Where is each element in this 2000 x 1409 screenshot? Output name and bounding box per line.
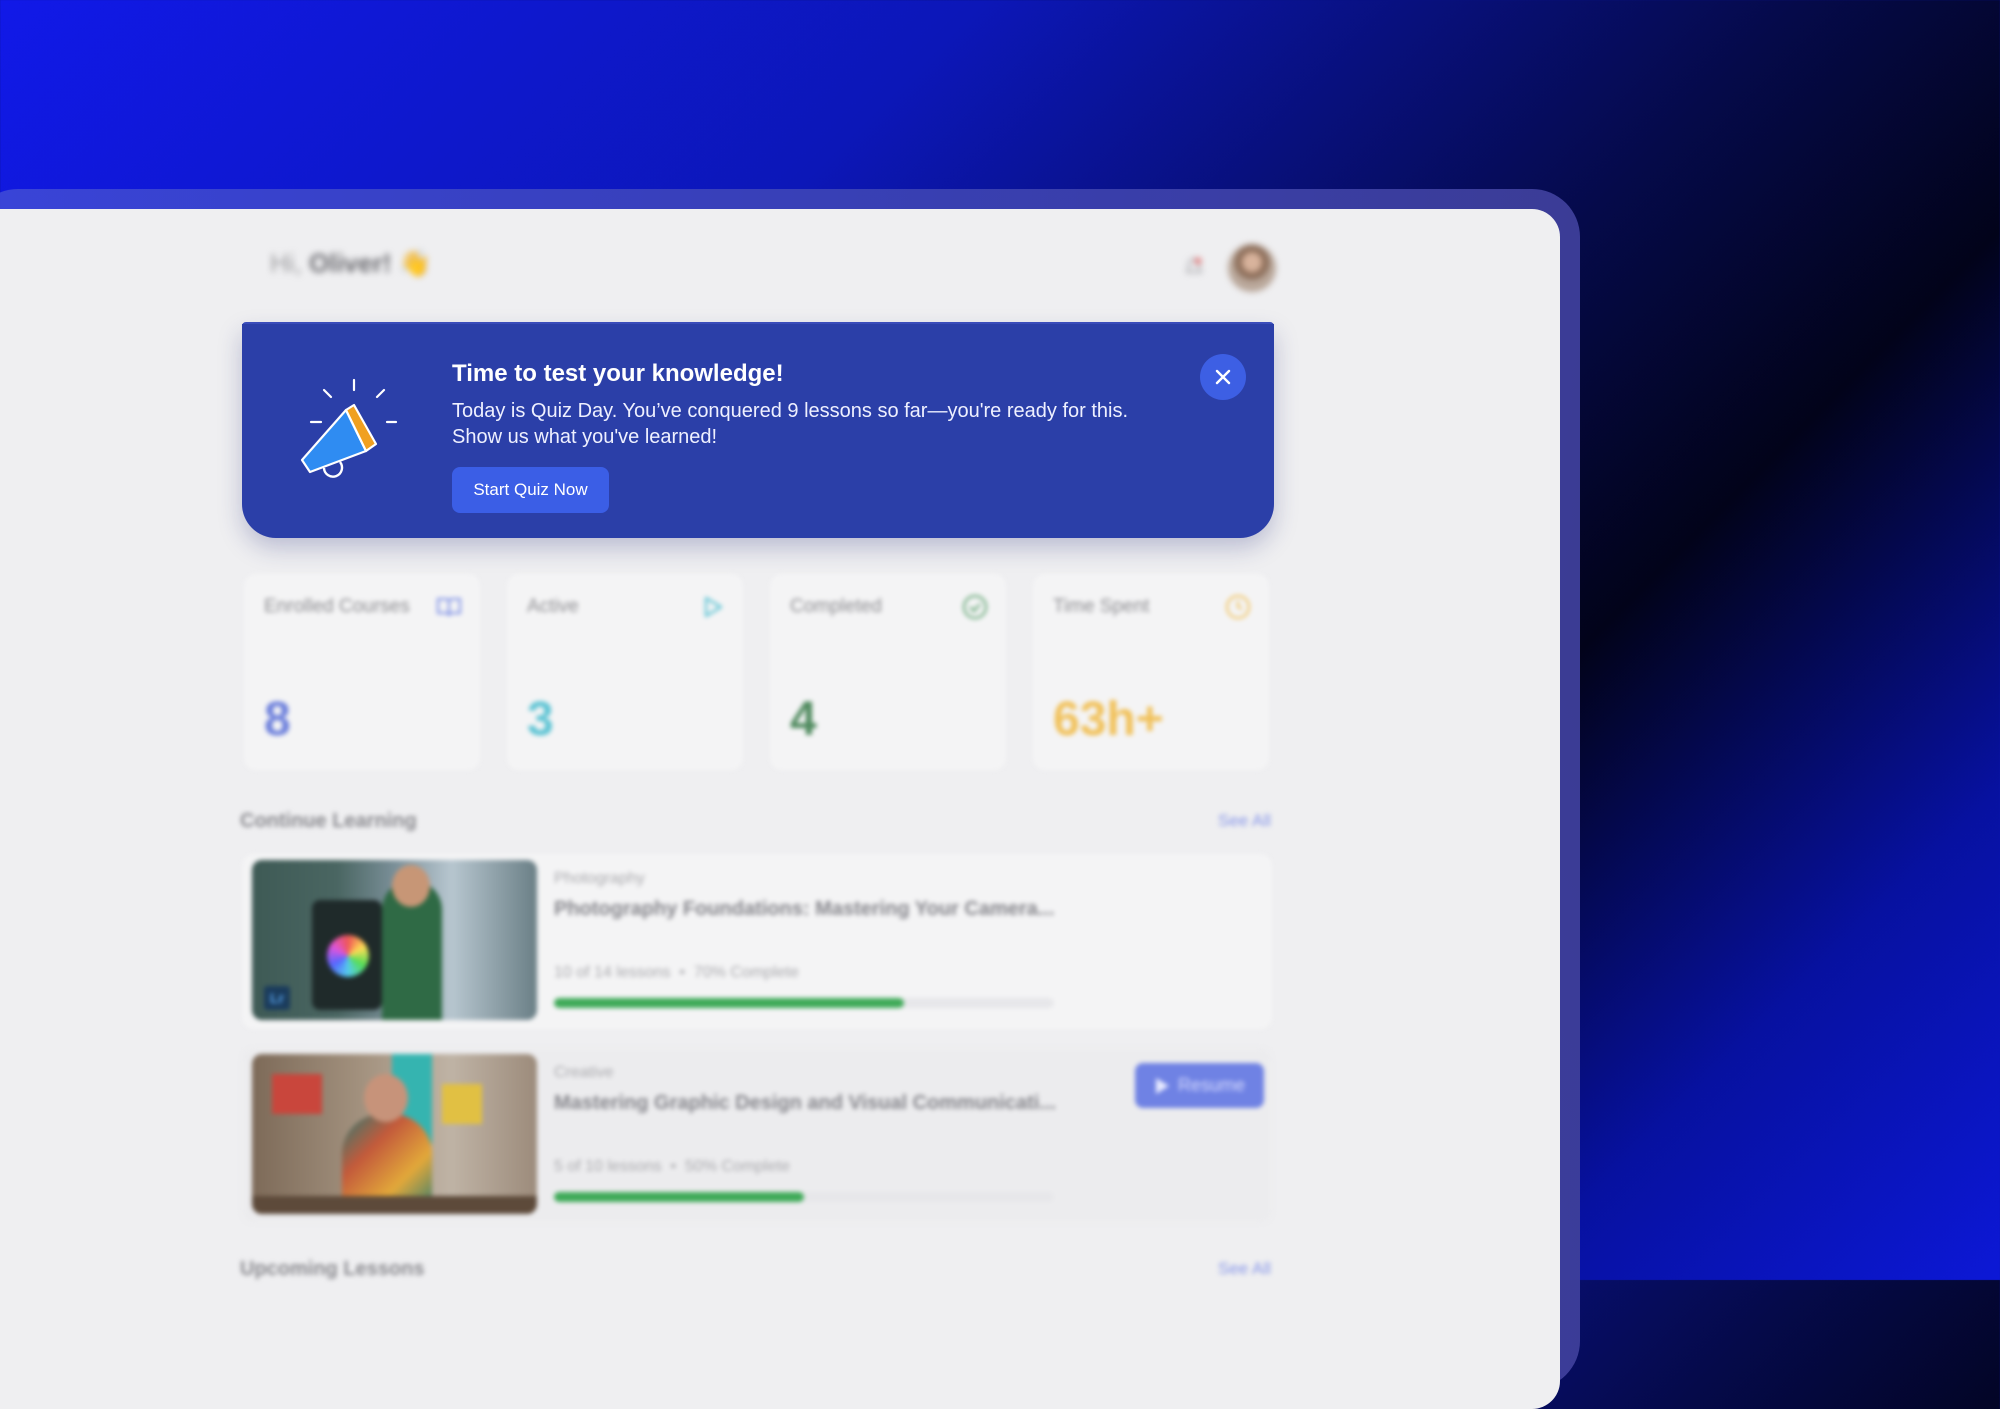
check-circle-icon [963, 595, 987, 619]
course-category: Creative [554, 1064, 614, 1081]
banner-title: Time to test your knowledge! [452, 360, 784, 387]
greeting-prefix: Hi, [270, 248, 302, 278]
user-name: Oliver! [309, 248, 392, 278]
see-all-link[interactable]: See All [1218, 1259, 1271, 1279]
wave-emoji: 👋 [398, 248, 431, 278]
course-thumbnail: Lr [252, 860, 537, 1020]
meta-separator: • [670, 1158, 677, 1175]
lessons-count: 10 of 14 lessons [554, 964, 671, 981]
play-icon [704, 596, 723, 618]
see-all-link[interactable]: See All [1218, 811, 1271, 831]
megaphone-icon [300, 378, 398, 478]
stat-label: Enrolled Courses [264, 596, 410, 617]
stat-value: 4 [790, 693, 817, 746]
stat-card-time-spent[interactable]: Time Spent 63h+ [1033, 574, 1269, 770]
book-icon [437, 598, 461, 617]
progress-fill [554, 998, 904, 1008]
course-badge: Lr [264, 986, 290, 1010]
meta-separator: • [679, 964, 686, 981]
stat-label: Time Spent [1053, 596, 1150, 617]
continue-learning-title: Continue Learning [240, 810, 417, 832]
stat-label: Completed [790, 596, 882, 617]
resume-label: Resume [1177, 1075, 1246, 1095]
stat-card-completed[interactable]: Completed 4 [770, 574, 1006, 770]
course-card[interactable]: Lr Photography Photography Foundations: … [242, 854, 1272, 1029]
banner-text: Today is Quiz Day. You’ve conquered 9 le… [452, 400, 1129, 448]
stat-value: 3 [527, 693, 554, 746]
close-button[interactable] [1200, 354, 1246, 400]
course-meta: 5 of 10 lessons • 50% Complete [554, 1158, 790, 1176]
course-title: Mastering Graphic Design and Visual Comm… [554, 1092, 1056, 1114]
lessons-count: 5 of 10 lessons [554, 1158, 662, 1175]
resume-button[interactable]: Resume [1135, 1063, 1264, 1108]
start-quiz-button[interactable]: Start Quiz Now [452, 467, 609, 513]
course-title: Photography Foundations: Mastering Your … [554, 898, 1055, 920]
stat-card-enrolled[interactable]: Enrolled Courses 8 [244, 574, 480, 770]
clock-icon [1226, 595, 1250, 619]
progress-fill [554, 1192, 804, 1202]
course-category: Photography [554, 870, 645, 887]
play-icon [1155, 1077, 1169, 1094]
greeting: Hi, Oliver! 👋 [270, 248, 431, 279]
upcoming-lessons-title: Upcoming Lessons [240, 1258, 425, 1280]
stat-value: 8 [264, 693, 291, 746]
course-card[interactable]: Creative Mastering Graphic Design and Vi… [242, 1048, 1272, 1223]
user-avatar[interactable] [1228, 244, 1276, 292]
progress-bar [554, 998, 1054, 1008]
progress-bar [554, 1192, 1054, 1202]
stat-label: Active [527, 596, 579, 617]
bell-icon[interactable] [1185, 257, 1203, 277]
stat-card-active[interactable]: Active 3 [507, 574, 743, 770]
complete-percent: 50% Complete [685, 1158, 790, 1175]
stat-value: 63h+ [1053, 693, 1164, 746]
course-meta: 10 of 14 lessons • 70% Complete [554, 964, 799, 982]
close-icon [1215, 369, 1231, 385]
course-thumbnail [252, 1054, 537, 1214]
complete-percent: 70% Complete [693, 964, 799, 981]
